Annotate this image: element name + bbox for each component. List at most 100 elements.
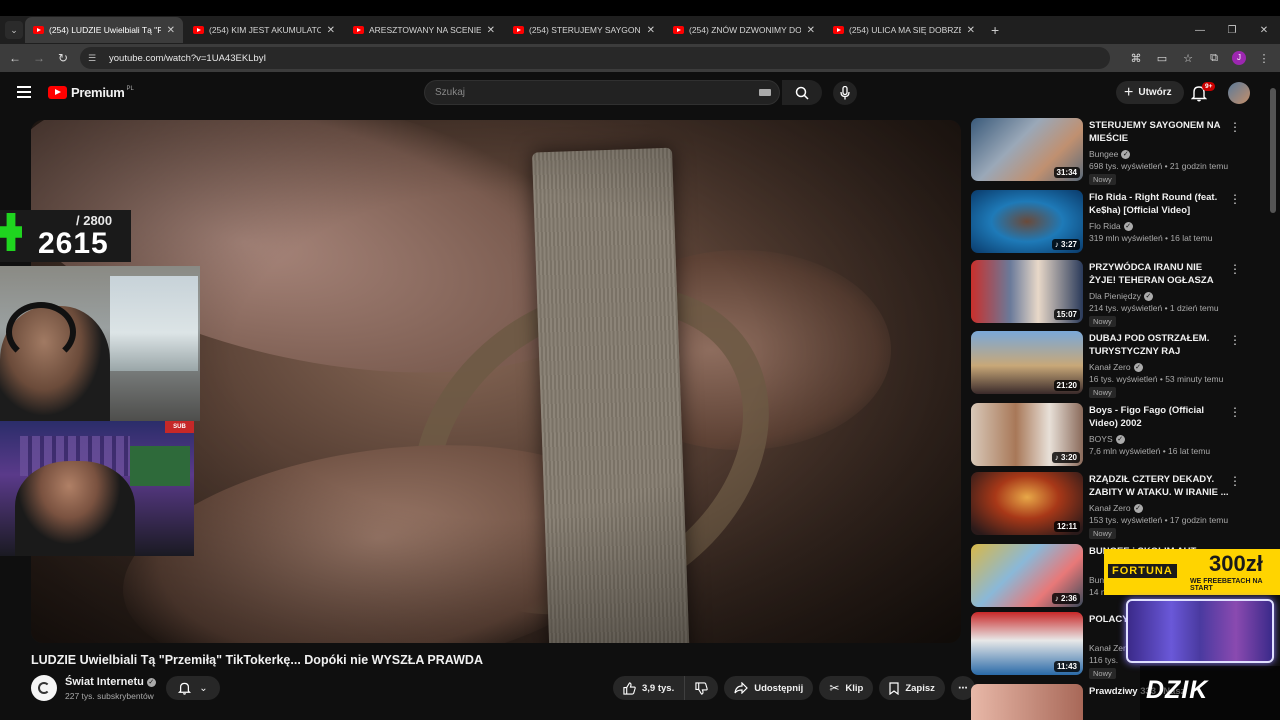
back-icon[interactable]: ← (3, 51, 27, 65)
video-thumbnail[interactable]: 12:11 (971, 472, 1083, 535)
new-tab-button[interactable]: + (991, 22, 999, 38)
voice-search-button[interactable] (833, 81, 857, 105)
more-vertical-icon[interactable]: ⋮ (1229, 192, 1241, 206)
more-vertical-icon[interactable]: ⋮ (1229, 262, 1241, 276)
more-vertical-icon[interactable]: ⋮ (1229, 120, 1241, 134)
neon-overlay-box (1126, 599, 1274, 663)
search-button[interactable] (782, 80, 822, 105)
close-icon[interactable]: ✕ (647, 25, 655, 36)
recommendation-title[interactable]: RZĄDZIŁ CZTERY DEKADY. ZABITY W ATAKU. W… (1089, 473, 1229, 499)
recommendation-channel[interactable]: Flo Rida (1089, 221, 1121, 231)
tab-2[interactable]: (254) KIM JEST AKUMULATOR ? ✕ (185, 17, 343, 43)
recommendation-item[interactable]: 21:20 DUBAJ POD OSTRZAŁEM. TURYSTYCZNY R… (971, 331, 1246, 398)
channel-name[interactable]: Świat Internetu (65, 676, 144, 688)
account-avatar[interactable] (1228, 82, 1250, 104)
extensions-icon[interactable]: ⧉ (1206, 52, 1222, 65)
toolbar-icons: ⌘ ▭ ☆ ⧉ J ⋮ (1128, 44, 1272, 72)
recommendation-meta: 116 tys. (1089, 655, 1119, 665)
recommendation-channel[interactable]: Kanał Zero (1089, 362, 1131, 372)
close-icon[interactable]: ✕ (487, 25, 495, 36)
hamburger-menu-icon[interactable] (17, 86, 31, 98)
url-text: youtube.com/watch?v=1UA43EKLbyI (109, 52, 267, 64)
notifications-badge: 9+ (1202, 82, 1216, 91)
new-badge: Nowy (1089, 668, 1116, 679)
like-button[interactable]: 3,9 tys. (613, 676, 686, 700)
recommendation-channel[interactable]: Bungee (1089, 149, 1118, 159)
recommendation-title[interactable]: STERUJEMY SAYGONEM NA MIEŚCIE (1089, 119, 1229, 145)
share-button[interactable]: Udostępnij (724, 676, 814, 700)
create-button[interactable]: + Utwórz (1116, 81, 1184, 104)
channel-avatar[interactable] (31, 675, 57, 701)
translate-icon[interactable]: ⌘ (1128, 52, 1144, 65)
recommendation-meta: 7,6 mln wyświetleń • 16 lat temu (1089, 446, 1211, 456)
more-vertical-icon[interactable]: ⋮ (1229, 474, 1241, 488)
close-icon[interactable]: ✕ (167, 25, 175, 36)
recommendation-item[interactable]: 31:34 STERUJEMY SAYGONEM NA MIEŚCIE Bung… (971, 118, 1246, 185)
recommendation-title[interactable]: Boys - Figo Fago (Official Video) 2002 (1089, 404, 1229, 430)
verified-check-icon: ✓ (1143, 292, 1153, 302)
recommendation-item[interactable]: 15:07 PRZYWÓDCA IRANU NIE ŻYJE! TEHERAN … (971, 260, 1246, 327)
video-thumbnail[interactable]: ♪ 3:20 (971, 403, 1083, 466)
restore-icon[interactable]: ❐ (1216, 25, 1248, 36)
video-duration: 21:20 (1053, 380, 1080, 391)
video-thumbnail[interactable]: ♪ 2:36 (971, 544, 1083, 607)
dislike-button[interactable] (685, 676, 719, 700)
recommendation-item[interactable]: ♪ 3:27 Flo Rida - Right Round (feat. Ke$… (971, 190, 1246, 254)
save-button[interactable]: Zapisz (879, 676, 945, 700)
recommendation-title[interactable]: DUBAJ POD OSTRZAŁEM. TURYSTYCZNY RAJ PRZ… (1089, 332, 1229, 359)
profile-avatar[interactable]: J (1232, 51, 1246, 65)
video-thumbnail[interactable] (971, 684, 1083, 720)
url-input[interactable]: ☰ youtube.com/watch?v=1UA43EKLbyI (80, 47, 1110, 69)
youtube-logo[interactable]: Premium PL (48, 85, 134, 100)
recommendation-title[interactable]: PRZYWÓDCA IRANU NIE ŻYJE! TEHERAN OGŁASZ… (1089, 261, 1229, 288)
dzik-logo: DZIK (1146, 676, 1209, 704)
tab-search-button[interactable]: ⌄ (5, 21, 23, 39)
video-thumbnail[interactable]: 31:34 (971, 118, 1083, 181)
subscription-notification-button[interactable]: ⌄ (166, 676, 220, 700)
reload-icon[interactable]: ↻ (51, 51, 75, 65)
site-info-icon[interactable]: ☰ (88, 53, 100, 64)
tab-3[interactable]: ARESZTOWANY NA SCENIE, ale ✕ (345, 17, 503, 43)
recommendation-channel-row: Dla Pieniędzy ✓ (1089, 291, 1153, 302)
verified-check-icon: ✓ (1133, 504, 1143, 514)
youtube-favicon-icon (673, 26, 684, 34)
brand-text: Premium (71, 85, 125, 100)
close-icon[interactable]: ✕ (967, 25, 975, 36)
video-thumbnail[interactable]: 15:07 (971, 260, 1083, 323)
more-vertical-icon[interactable]: ⋮ (1229, 333, 1241, 347)
channel-name-row[interactable]: Świat Internetu ✓ (65, 676, 156, 688)
counter-goal: / 2800 (76, 213, 113, 228)
more-vertical-icon[interactable]: ⋮ (1229, 405, 1241, 419)
search-input[interactable]: Szukaj (424, 80, 780, 105)
video-thumbnail[interactable]: 11:43 (971, 612, 1083, 675)
cast-icon[interactable]: ▭ (1154, 52, 1170, 65)
recommendation-channel-row: Bungee ✓ (1089, 149, 1131, 160)
video-duration-text: 3:27 (1060, 240, 1077, 249)
recommendation-item[interactable]: ♪ 3:20 Boys - Figo Fago (Official Video)… (971, 403, 1246, 467)
video-thumbnail[interactable]: ♪ 3:27 (971, 190, 1083, 253)
video-thumbnail[interactable]: 21:20 (971, 331, 1083, 394)
keyboard-icon[interactable] (759, 89, 771, 96)
tab-4[interactable]: (254) STERUJEMY SAYGONEM N ✕ (505, 17, 663, 43)
page-scrollbar[interactable] (1270, 88, 1276, 213)
minimize-icon[interactable]: — (1184, 25, 1216, 36)
recommendation-channel[interactable]: BOYS (1089, 434, 1113, 444)
tab-6[interactable]: (254) ULICA MA SIĘ DOBRZE 5 ✕ (825, 17, 983, 43)
tab-title: (254) ZNÓW DZWONIMY DO N (689, 25, 801, 35)
recommendation-title[interactable]: Flo Rida - Right Round (feat. Ke$ha) [Of… (1089, 191, 1229, 217)
forward-icon[interactable]: → (27, 51, 51, 65)
clip-button[interactable]: ✂ Klip (819, 676, 874, 700)
recommendation-channel[interactable]: Dla Pieniędzy (1089, 291, 1141, 301)
browser-menu-icon[interactable]: ⋮ (1256, 52, 1272, 65)
recommendation-item[interactable]: 12:11 RZĄDZIŁ CZTERY DEKADY. ZABITY W AT… (971, 472, 1246, 539)
close-icon[interactable]: ✕ (327, 25, 335, 36)
recommendation-channel[interactable]: Kanał Zero (1089, 643, 1131, 653)
tab-1[interactable]: (254) LUDZIE Uwielbiali Tą "Prze ✕ (25, 17, 183, 43)
close-icon[interactable]: ✕ (807, 25, 815, 36)
tab-5[interactable]: (254) ZNÓW DZWONIMY DO N ✕ (665, 17, 823, 43)
tab-title: (254) KIM JEST AKUMULATOR ? (209, 25, 321, 35)
new-badge: Nowy (1089, 316, 1116, 327)
recommendation-channel[interactable]: Kanał Zero (1089, 503, 1131, 513)
bookmark-star-icon[interactable]: ☆ (1180, 52, 1196, 65)
close-window-icon[interactable]: ✕ (1248, 25, 1280, 36)
